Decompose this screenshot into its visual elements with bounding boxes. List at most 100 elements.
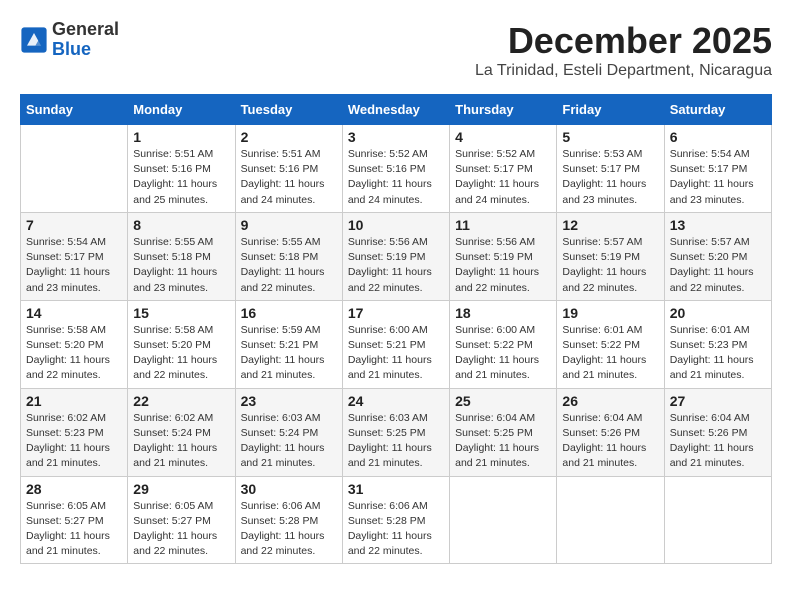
day-cell: 8 Sunrise: 5:55 AMSunset: 5:18 PMDaylight… (128, 212, 235, 300)
location-title: La Trinidad, Esteli Department, Nicaragu… (475, 62, 772, 80)
day-cell: 10 Sunrise: 5:56 AMSunset: 5:19 PMDayligh… (342, 212, 449, 300)
day-number: 30 (241, 481, 337, 497)
day-info: Sunrise: 5:56 AMSunset: 5:19 PMDaylight:… (348, 235, 444, 296)
day-cell: 2Sunrise: 5:51 AMSunset: 5:16 PMDaylight… (235, 125, 342, 213)
week-row-1: 1 Sunrise: 5:51 AMSunset: 5:16 PMDaylight… (21, 125, 772, 213)
day-number: 12 (562, 217, 658, 233)
day-cell (450, 476, 557, 564)
day-cell: 16 Sunrise: 5:59 AMSunset: 5:21 PMDayligh… (235, 300, 342, 388)
day-number: 9 (241, 217, 337, 233)
day-number: 4 (455, 129, 551, 145)
day-info: Sunrise: 5:54 AMSunset: 5:17 PMDaylight:… (26, 235, 122, 296)
day-info: Sunrise: 5:58 AMSunset: 5:20 PMDaylight:… (26, 323, 122, 384)
day-cell: 15Sunrise: 5:58 AMSunset: 5:20 PMDayligh… (128, 300, 235, 388)
day-info: Sunrise: 5:51 AMSunset: 5:16 PMDaylight:… (133, 147, 229, 208)
day-number: 27 (670, 393, 766, 409)
week-row-4: 21 Sunrise: 6:02 AMSunset: 5:23 PMDayligh… (21, 388, 772, 476)
week-row-3: 14Sunrise: 5:58 AMSunset: 5:20 PMDayligh… (21, 300, 772, 388)
day-cell: 13 Sunrise: 5:57 AMSunset: 5:20 PMDayligh… (664, 212, 771, 300)
day-cell: 3 Sunrise: 5:52 AMSunset: 5:16 PMDaylight… (342, 125, 449, 213)
header-friday: Friday (557, 95, 664, 125)
day-number: 17 (348, 305, 444, 321)
day-info: Sunrise: 6:01 AMSunset: 5:22 PMDaylight:… (562, 323, 658, 384)
day-number: 23 (241, 393, 337, 409)
header-tuesday: Tuesday (235, 95, 342, 125)
day-cell: 23 Sunrise: 6:03 AMSunset: 5:24 PMDayligh… (235, 388, 342, 476)
day-info: Sunrise: 5:55 AMSunset: 5:18 PMDaylight:… (241, 235, 337, 296)
day-info: Sunrise: 5:55 AMSunset: 5:18 PMDaylight:… (133, 235, 229, 296)
day-info: Sunrise: 6:02 AMSunset: 5:23 PMDaylight:… (26, 411, 122, 472)
day-info: Sunrise: 6:06 AMSunset: 5:28 PMDaylight:… (348, 499, 444, 560)
calendar: SundayMondayTuesdayWednesdayThursdayFrid… (20, 94, 772, 564)
day-number: 11 (455, 217, 551, 233)
day-number: 3 (348, 129, 444, 145)
day-cell: 26Sunrise: 6:04 AMSunset: 5:26 PMDayligh… (557, 388, 664, 476)
day-cell: 21 Sunrise: 6:02 AMSunset: 5:23 PMDayligh… (21, 388, 128, 476)
day-cell: 12 Sunrise: 5:57 AMSunset: 5:19 PMDayligh… (557, 212, 664, 300)
day-number: 7 (26, 217, 122, 233)
day-number: 25 (455, 393, 551, 409)
title-section: December 2025 La Trinidad, Esteli Depart… (475, 20, 772, 80)
day-cell: 29 Sunrise: 6:05 AMSunset: 5:27 PMDayligh… (128, 476, 235, 564)
day-info: Sunrise: 5:59 AMSunset: 5:21 PMDaylight:… (241, 323, 337, 384)
day-cell: 9 Sunrise: 5:55 AMSunset: 5:18 PMDaylight… (235, 212, 342, 300)
day-number: 13 (670, 217, 766, 233)
day-number: 6 (670, 129, 766, 145)
day-cell: 28 Sunrise: 6:05 AMSunset: 5:27 PMDayligh… (21, 476, 128, 564)
day-info: Sunrise: 5:57 AMSunset: 5:19 PMDaylight:… (562, 235, 658, 296)
day-cell: 17 Sunrise: 6:00 AMSunset: 5:21 PMDayligh… (342, 300, 449, 388)
day-info: Sunrise: 6:00 AMSunset: 5:21 PMDaylight:… (348, 323, 444, 384)
day-number: 28 (26, 481, 122, 497)
day-info: Sunrise: 6:00 AMSunset: 5:22 PMDaylight:… (455, 323, 551, 384)
day-info: Sunrise: 6:04 AMSunset: 5:26 PMDaylight:… (670, 411, 766, 472)
day-info: Sunrise: 6:06 AMSunset: 5:28 PMDaylight:… (241, 499, 337, 560)
day-info: Sunrise: 5:54 AMSunset: 5:17 PMDaylight:… (670, 147, 766, 208)
day-info: Sunrise: 6:05 AMSunset: 5:27 PMDaylight:… (26, 499, 122, 560)
day-number: 10 (348, 217, 444, 233)
day-number: 21 (26, 393, 122, 409)
day-cell: 27 Sunrise: 6:04 AMSunset: 5:26 PMDayligh… (664, 388, 771, 476)
day-number: 29 (133, 481, 229, 497)
day-number: 31 (348, 481, 444, 497)
day-cell (664, 476, 771, 564)
day-cell: 18 Sunrise: 6:00 AMSunset: 5:22 PMDayligh… (450, 300, 557, 388)
day-info: Sunrise: 5:52 AMSunset: 5:17 PMDaylight:… (455, 147, 551, 208)
day-number: 18 (455, 305, 551, 321)
day-cell: 14Sunrise: 5:58 AMSunset: 5:20 PMDayligh… (21, 300, 128, 388)
day-info: Sunrise: 6:03 AMSunset: 5:24 PMDaylight:… (241, 411, 337, 472)
day-cell: 22Sunrise: 6:02 AMSunset: 5:24 PMDayligh… (128, 388, 235, 476)
day-info: Sunrise: 5:57 AMSunset: 5:20 PMDaylight:… (670, 235, 766, 296)
day-cell: 6 Sunrise: 5:54 AMSunset: 5:17 PMDaylight… (664, 125, 771, 213)
day-cell: 7 Sunrise: 5:54 AMSunset: 5:17 PMDaylight… (21, 212, 128, 300)
day-number: 15 (133, 305, 229, 321)
day-cell: 11 Sunrise: 5:56 AMSunset: 5:19 PMDayligh… (450, 212, 557, 300)
month-title: December 2025 (475, 20, 772, 62)
header-wednesday: Wednesday (342, 95, 449, 125)
day-number: 22 (133, 393, 229, 409)
day-info: Sunrise: 5:56 AMSunset: 5:19 PMDaylight:… (455, 235, 551, 296)
day-info: Sunrise: 6:05 AMSunset: 5:27 PMDaylight:… (133, 499, 229, 560)
day-cell: 20Sunrise: 6:01 AMSunset: 5:23 PMDayligh… (664, 300, 771, 388)
day-number: 16 (241, 305, 337, 321)
day-cell: 4 Sunrise: 5:52 AMSunset: 5:17 PMDaylight… (450, 125, 557, 213)
header-thursday: Thursday (450, 95, 557, 125)
day-cell: 1 Sunrise: 5:51 AMSunset: 5:16 PMDaylight… (128, 125, 235, 213)
logo-icon (20, 26, 48, 54)
day-number: 1 (133, 129, 229, 145)
day-number: 24 (348, 393, 444, 409)
calendar-header-row: SundayMondayTuesdayWednesdayThursdayFrid… (21, 95, 772, 125)
header-monday: Monday (128, 95, 235, 125)
day-cell: 31 Sunrise: 6:06 AMSunset: 5:28 PMDayligh… (342, 476, 449, 564)
header-saturday: Saturday (664, 95, 771, 125)
logo-general: General (52, 20, 119, 40)
day-cell: 30 Sunrise: 6:06 AMSunset: 5:28 PMDayligh… (235, 476, 342, 564)
day-info: Sunrise: 6:04 AMSunset: 5:25 PMDaylight:… (455, 411, 551, 472)
day-number: 2 (241, 129, 337, 145)
day-number: 8 (133, 217, 229, 233)
day-number: 20 (670, 305, 766, 321)
day-info: Sunrise: 5:52 AMSunset: 5:16 PMDaylight:… (348, 147, 444, 208)
logo: General Blue (20, 20, 119, 60)
logo-blue: Blue (52, 40, 119, 60)
day-cell (21, 125, 128, 213)
day-cell: 24Sunrise: 6:03 AMSunset: 5:25 PMDayligh… (342, 388, 449, 476)
